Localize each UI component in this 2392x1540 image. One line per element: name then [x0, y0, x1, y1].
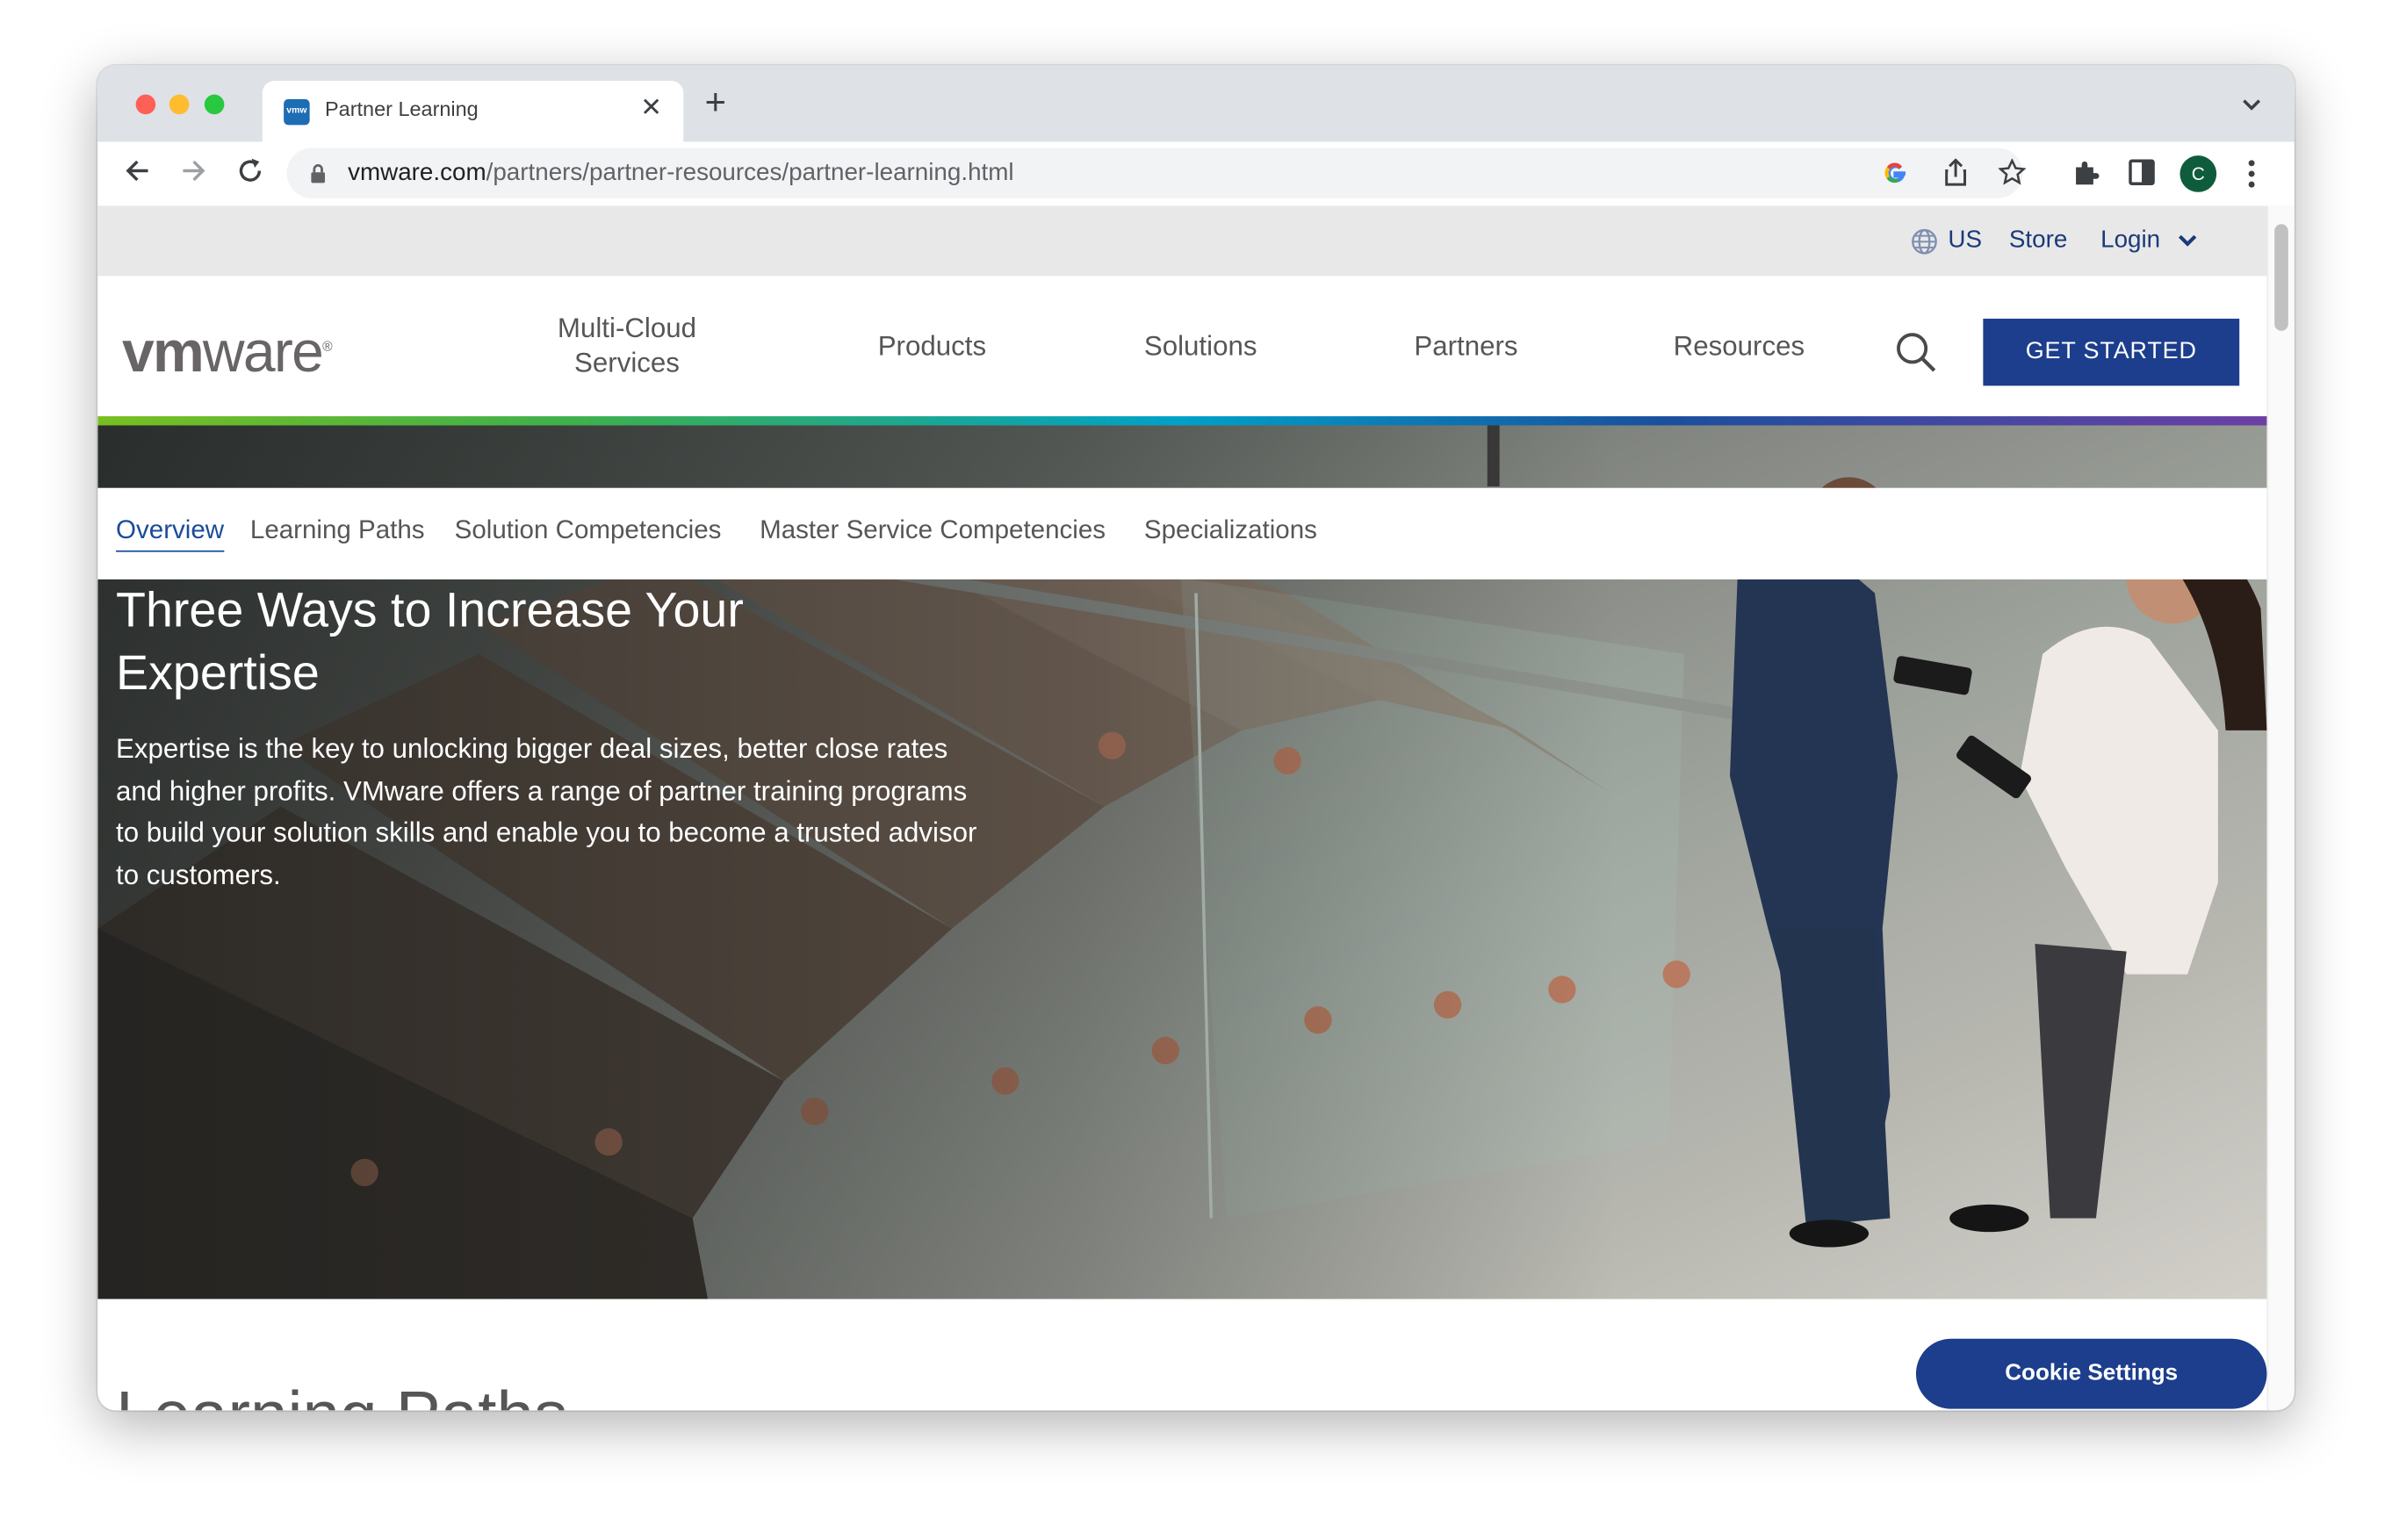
- logo-vm: vm: [121, 320, 205, 385]
- lock-icon[interactable]: [310, 163, 327, 184]
- scrollbar-thumb[interactable]: [2274, 224, 2288, 331]
- back-arrow-icon[interactable]: [122, 155, 153, 186]
- nav-partners[interactable]: Partners: [1382, 329, 1550, 364]
- maximize-window-button[interactable]: [204, 94, 225, 115]
- tab-strip: vmw Partner Learning ✕ +: [97, 65, 2295, 142]
- hero-title: Three Ways to Increase Your Expertise: [116, 582, 744, 701]
- nav-multi-cloud-line-2: Services: [574, 347, 680, 378]
- kebab-menu-icon[interactable]: [2247, 159, 2256, 190]
- tab-search-chevron-icon[interactable]: [2239, 91, 2264, 116]
- browser-tab[interactable]: vmw Partner Learning ✕: [262, 81, 684, 142]
- login-link[interactable]: Login: [2100, 227, 2160, 255]
- tab-close-icon[interactable]: ✕: [640, 93, 662, 124]
- hero-description: Expertise is the key to unlocking bigger…: [116, 733, 977, 890]
- section-title: Learning Paths: [116, 1378, 567, 1410]
- get-started-button[interactable]: GET STARTED: [1983, 318, 2240, 386]
- close-window-button[interactable]: [135, 94, 156, 115]
- nav-multi-cloud-services[interactable]: Multi-Cloud Services: [528, 311, 726, 381]
- url-path: /partners/partner-resources/partner-lear…: [486, 160, 1014, 186]
- nav-products[interactable]: Products: [848, 329, 1016, 364]
- forward-arrow-icon[interactable]: [178, 155, 209, 186]
- cookie-settings-button[interactable]: Cookie Settings: [1915, 1338, 2267, 1409]
- bookmark-star-icon[interactable]: [1998, 158, 2027, 186]
- google-icon[interactable]: [1883, 160, 1909, 186]
- region-link[interactable]: US: [1948, 227, 1982, 255]
- store-link[interactable]: Store: [2009, 227, 2067, 255]
- nav-solutions[interactable]: Solutions: [1117, 329, 1285, 364]
- utility-bar: US Store Login: [97, 205, 2267, 277]
- minimize-window-button[interactable]: [169, 94, 190, 115]
- vmware-logo[interactable]: vmware®: [121, 315, 333, 385]
- reload-icon[interactable]: [235, 155, 266, 186]
- share-icon[interactable]: [1943, 158, 1968, 188]
- extensions-puzzle-icon[interactable]: [2071, 159, 2100, 188]
- subnav-overview[interactable]: Overview: [116, 515, 225, 552]
- browser-toolbar: vmware.com/partners/partner-resources/pa…: [97, 141, 2295, 208]
- url-text: vmware.com/partners/partner-resources/pa…: [348, 160, 1014, 187]
- vmware-favicon-icon: vmw: [284, 98, 310, 126]
- logo-ware: ware: [202, 320, 324, 385]
- nav-multi-cloud-line-1: Multi-Cloud: [557, 313, 697, 343]
- subnav-specializations[interactable]: Specializations: [1144, 515, 1317, 546]
- url-domain: vmware.com: [348, 160, 486, 186]
- page-viewport: US Store Login vmware® Multi-Cloud Servi…: [97, 205, 2295, 1411]
- page-scrollbar[interactable]: [2266, 205, 2295, 1411]
- address-bar[interactable]: vmware.com/partners/partner-resources/pa…: [286, 148, 2027, 198]
- profile-avatar[interactable]: C: [2179, 155, 2217, 192]
- chevron-down-icon[interactable]: [2177, 234, 2198, 248]
- side-panel-icon[interactable]: [2128, 159, 2155, 186]
- main-navigation: vmware® Multi-Cloud Services Products So…: [97, 276, 2267, 417]
- logo-registered-mark: ®: [322, 338, 332, 354]
- search-icon[interactable]: [1895, 331, 1938, 374]
- brand-gradient-bar: [97, 416, 2267, 426]
- subnav-learning-paths[interactable]: Learning Paths: [250, 515, 425, 546]
- section-subnav: Overview Learning Paths Solution Compete…: [97, 487, 2267, 579]
- new-tab-icon[interactable]: +: [705, 84, 726, 122]
- subnav-solution-competencies[interactable]: Solution Competencies: [455, 515, 722, 546]
- browser-window: vmw Partner Learning ✕ + vmware.com/part…: [97, 65, 2295, 1411]
- globe-icon[interactable]: [1910, 227, 1939, 256]
- subnav-master-service-competencies[interactable]: Master Service Competencies: [760, 515, 1106, 546]
- nav-resources[interactable]: Resources: [1647, 329, 1830, 364]
- tab-title: Partner Learning: [325, 97, 479, 121]
